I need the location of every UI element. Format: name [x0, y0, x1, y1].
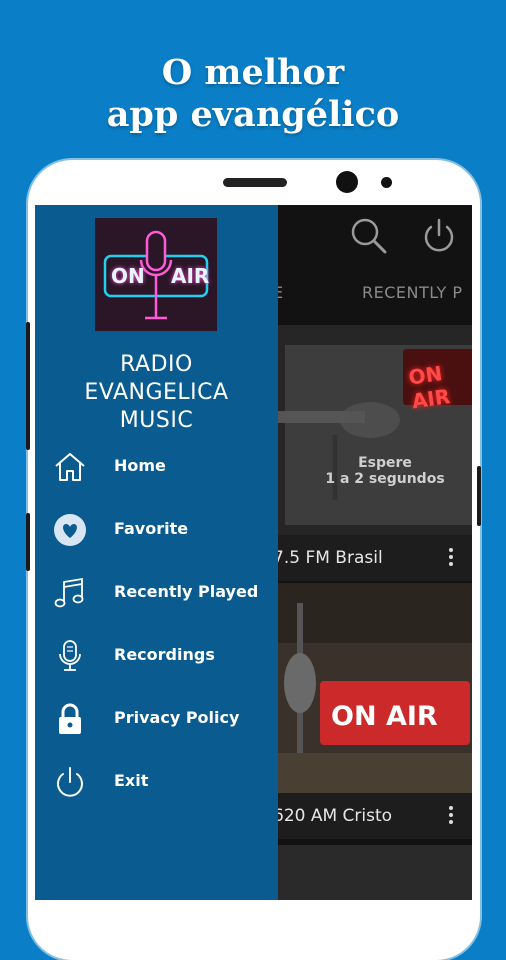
- phone-sensor: [381, 177, 392, 188]
- power-icon: [53, 765, 87, 799]
- app-name-line-2: EVANGELICA: [84, 380, 229, 405]
- phone-left-button: [26, 322, 30, 450]
- loading-line-1: Espere: [358, 455, 412, 471]
- microphone-icon: [53, 639, 87, 673]
- headline-line-2: app evangélico: [106, 94, 400, 135]
- menu-item-exit[interactable]: Exit: [35, 758, 278, 804]
- loading-line-2: 1 a 2 segundos: [325, 471, 445, 487]
- music-note-icon: [53, 576, 87, 610]
- menu-item-recordings[interactable]: Recordings: [35, 632, 278, 678]
- menu-item-privacy-policy[interactable]: Privacy Policy: [35, 695, 278, 741]
- tab-recently-played[interactable]: RECENTLY P: [362, 283, 463, 302]
- search-icon[interactable]: [348, 215, 388, 259]
- more-options-icon[interactable]: [449, 548, 453, 569]
- station-card-partial[interactable]: [278, 845, 472, 900]
- home-icon: [53, 450, 87, 484]
- app-name: RADIO EVANGELICA MUSIC: [35, 351, 278, 435]
- station-image: [275, 325, 472, 535]
- phone-camera: [336, 171, 358, 193]
- menu-label: Home: [114, 456, 166, 475]
- menu-item-home[interactable]: Home: [35, 443, 278, 489]
- power-icon[interactable]: [419, 215, 459, 259]
- station-image: [275, 583, 472, 793]
- on-air-sign: ON AIR: [331, 701, 438, 732]
- menu-label: Favorite: [114, 519, 189, 538]
- logo-text-on: ON: [111, 264, 145, 288]
- app-name-line-3: MUSIC: [119, 408, 194, 433]
- station-title: 7.5 FM Brasil: [275, 535, 472, 581]
- phone-right-button: [477, 466, 481, 526]
- promo-headline: O melhor app evangélico: [0, 52, 506, 136]
- on-air-sign: ON AIR: [406, 361, 452, 414]
- logo-text-air: AIR: [171, 264, 210, 288]
- navigation-drawer: ON AIR RADIO EVANGELICA MUSIC Home Favor…: [35, 205, 278, 900]
- menu-label: Exit: [114, 771, 149, 790]
- menu-label: Recently Played: [114, 582, 259, 601]
- menu-label: Recordings: [114, 645, 215, 664]
- phone-left-button-2: [26, 513, 30, 571]
- lock-icon: [53, 702, 87, 736]
- station-card[interactable]: ON AIR Espere 1 a 2 segundos 7.5 FM Bras…: [275, 325, 472, 582]
- station-title: 620 AM Cristo: [275, 793, 472, 839]
- menu-item-recently-played[interactable]: Recently Played: [35, 569, 278, 615]
- menu-label: Privacy Policy: [114, 708, 240, 727]
- more-options-icon[interactable]: [449, 806, 453, 827]
- station-title-text: 7.5 FM Brasil: [275, 548, 383, 568]
- station-title-text: 620 AM Cristo: [275, 806, 393, 826]
- headline-line-1: O melhor: [161, 52, 345, 93]
- phone-speaker: [223, 178, 287, 187]
- heart-icon: [53, 513, 87, 547]
- loading-message: Espere 1 a 2 segundos: [315, 455, 455, 487]
- menu-item-favorite[interactable]: Favorite: [35, 506, 278, 552]
- app-screen: E RECENTLY P ON AIR Espere 1 a 2 segundo…: [35, 205, 472, 900]
- app-logo: ON AIR: [95, 218, 217, 331]
- app-name-line-1: RADIO: [120, 352, 193, 377]
- station-card[interactable]: ON AIR 620 AM Cristo: [275, 583, 472, 840]
